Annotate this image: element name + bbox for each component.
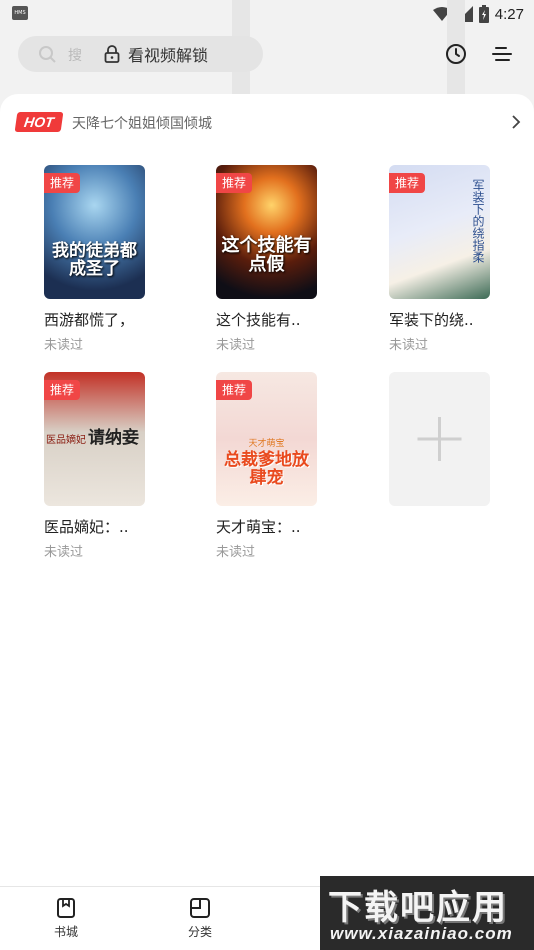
book-item[interactable]: 我的徒弟都成圣了 推荐 西游都慌了， 未读过	[44, 165, 154, 353]
watermark-title: 下载吧应用	[328, 888, 508, 928]
notification-icon: HMS	[12, 6, 28, 20]
book-cover[interactable]: 天才萌宝 总裁爹地放肆宠 推荐	[216, 372, 317, 506]
nav-bookstore[interactable]: 书城	[36, 897, 96, 940]
watermark-url: www.xiazainiao.com	[330, 924, 513, 943]
plus-icon	[417, 417, 462, 461]
nav-label: 分类	[187, 925, 212, 939]
book-title: 军装下的绕..	[389, 311, 474, 329]
recommend-tag: 推荐	[389, 173, 426, 193]
hot-text: 天降七个姐姐倾国倾城	[72, 116, 212, 132]
cover-text: 总裁爹地放肆宠	[224, 450, 309, 488]
book-item[interactable]: 医品嫡妃 请纳妾 推荐 医品嫡妃：.. 未读过	[44, 372, 154, 560]
search-bar[interactable]: 搜 看视频解锁	[18, 36, 263, 72]
video-unlock-button[interactable]: 看视频解锁	[104, 42, 208, 66]
hot-badge: HOT	[14, 112, 64, 132]
lock-icon	[104, 45, 120, 63]
book-title: 医品嫡妃：..	[44, 518, 129, 536]
read-status: 未读过	[389, 338, 429, 353]
recommend-tag: 推荐	[216, 380, 253, 400]
chevron-right-icon	[512, 115, 521, 129]
read-status: 未读过	[216, 545, 256, 560]
search-icon	[39, 46, 56, 63]
cover-subtitle: 医品嫡妃	[46, 435, 86, 446]
cover-text: 请纳妾	[88, 428, 139, 448]
book-title: 西游都慌了，	[44, 311, 135, 329]
book-cover[interactable]: 这个技能有点假 推荐	[216, 165, 317, 299]
hot-recommendation[interactable]: HOT 天降七个姐姐倾国倾城	[14, 110, 526, 134]
read-status: 未读过	[216, 338, 256, 353]
unlock-label: 看视频解锁	[128, 46, 209, 65]
clock-time: 4:27	[494, 5, 524, 23]
book-title: 天才萌宝：..	[216, 518, 301, 536]
book-item[interactable]: 军装下的绕指柔 推荐 军装下的绕.. 未读过	[389, 165, 499, 353]
menu-icon[interactable]	[490, 42, 514, 66]
recommend-tag: 推荐	[44, 380, 81, 400]
search-placeholder: 搜	[68, 48, 82, 64]
cover-text: 这个技能有点假	[221, 235, 312, 275]
cover-text: 军装下的绕指柔	[471, 179, 485, 263]
recommend-tag: 推荐	[44, 173, 81, 193]
recommend-tag: 推荐	[216, 173, 253, 193]
cover-text: 我的徒弟都成圣了	[52, 241, 137, 279]
add-book-button[interactable]	[389, 372, 490, 506]
bookshelf-panel: HOT 天降七个姐姐倾国倾城 我的徒弟都成圣了 推荐 西游都慌了， 未读过 这个…	[0, 94, 534, 894]
battery-icon	[478, 5, 489, 23]
book-title: 这个技能有..	[216, 311, 301, 329]
book-cover[interactable]: 军装下的绕指柔 推荐	[389, 165, 490, 299]
book-item[interactable]: 天才萌宝 总裁爹地放肆宠 推荐 天才萌宝：.. 未读过	[216, 372, 326, 560]
nav-category[interactable]: 分类	[170, 897, 230, 940]
book-cover[interactable]: 我的徒弟都成圣了 推荐	[44, 165, 145, 299]
nav-label: 书城	[53, 925, 78, 939]
book-cover[interactable]: 医品嫡妃 请纳妾 推荐	[44, 372, 145, 506]
history-clock-icon[interactable]	[444, 42, 468, 66]
read-status: 未读过	[44, 545, 84, 560]
category-icon	[190, 898, 210, 918]
book-icon	[57, 898, 75, 918]
book-item[interactable]: 这个技能有点假 推荐 这个技能有.. 未读过	[216, 165, 326, 353]
watermark-logo: 下载吧应用 www.xiazainiao.com	[320, 876, 534, 950]
read-status: 未读过	[44, 338, 84, 353]
cover-subtitle: 天才萌宝	[248, 439, 285, 449]
